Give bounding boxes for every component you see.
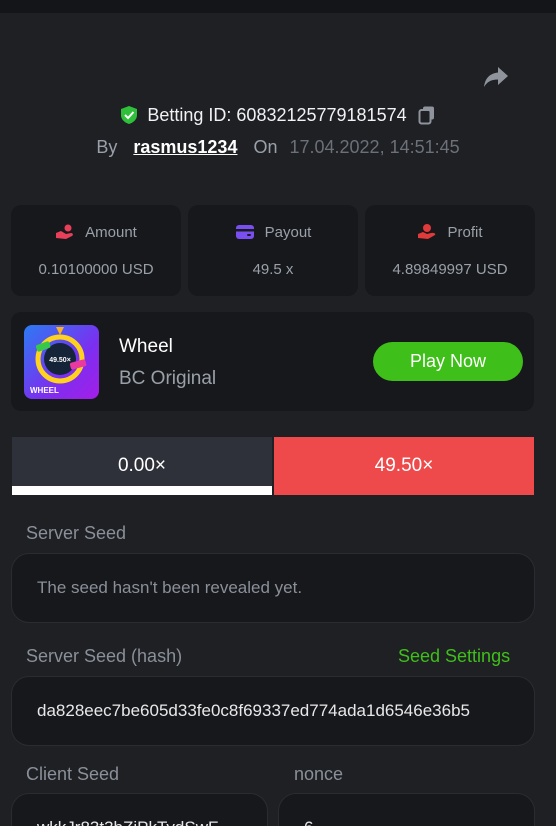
game-name: Wheel xyxy=(119,336,173,357)
bet-author-row: By rasmus1234 On 17.04.2022, 14:51:45 xyxy=(0,135,556,159)
amount-icon xyxy=(56,224,74,239)
betting-id: Betting ID: 60832125779181574 xyxy=(147,104,407,125)
result-left-value: 0.00× xyxy=(117,455,167,476)
stat-value: 0.10100000 USD xyxy=(38,261,154,278)
betting-id-row: Betting ID: 60832125779181574 xyxy=(0,103,556,127)
top-bar xyxy=(0,0,556,13)
game-subtitle: BC Original xyxy=(119,368,217,389)
result-right-value: 49.50× xyxy=(374,455,434,476)
server-seed-hash-field[interactable]: da828eec7be605d33fe0c8f69337ed774ada1d65… xyxy=(11,676,535,746)
nonce-label: nonce xyxy=(294,764,344,784)
profit-hand-icon xyxy=(418,224,436,239)
wheel-thumbnail-art: 49.50× WHEEL xyxy=(30,327,87,395)
copy-icon[interactable] xyxy=(417,105,437,125)
share-icon[interactable] xyxy=(482,64,510,90)
thumb-multiplier-text: 49.50× xyxy=(49,357,71,364)
username-link[interactable]: rasmus1234 xyxy=(133,137,237,158)
stat-profit: Profit 4.89849997 USD xyxy=(365,205,535,296)
stat-value: 4.89849997 USD xyxy=(392,261,508,278)
server-seed-hash-label: Server Seed (hash) xyxy=(26,646,183,666)
client-seed-field[interactable]: wkkJr83t3bZiPkTydSwF xyxy=(11,793,268,826)
server-seed-field[interactable]: The seed hasn't been revealed yet. xyxy=(11,553,535,623)
wheel-game-thumbnail[interactable]: 49.50× WHEEL xyxy=(24,325,99,399)
on-label: On xyxy=(253,136,278,157)
result-payout-tile: 49.50× xyxy=(274,437,534,495)
nonce-field[interactable]: 6 xyxy=(278,793,535,826)
stat-label: Payout xyxy=(264,223,312,241)
game-card: 49.50× WHEEL Wheel BC Original Play Now xyxy=(11,312,534,411)
play-now-button[interactable]: Play Now xyxy=(373,342,523,381)
by-label: By xyxy=(96,136,118,157)
shield-check-icon xyxy=(121,106,138,124)
wallet-icon xyxy=(235,225,254,239)
client-seed-label: Client Seed xyxy=(26,764,120,784)
stat-label: Amount xyxy=(85,223,137,241)
thumb-title-text: WHEEL xyxy=(30,386,59,395)
seed-settings-link[interactable]: Seed Settings xyxy=(398,646,510,667)
result-target-tile: 0.00× xyxy=(12,437,272,495)
bet-datetime: 17.04.2022, 14:51:45 xyxy=(289,136,460,157)
stat-value: 49.5 x xyxy=(252,261,294,278)
result-underline xyxy=(12,486,272,495)
stat-amount: Amount 0.10100000 USD xyxy=(11,205,181,296)
stat-label: Profit xyxy=(447,223,483,241)
stat-payout: Payout 49.5 x xyxy=(188,205,358,296)
server-seed-label: Server Seed xyxy=(26,523,127,543)
